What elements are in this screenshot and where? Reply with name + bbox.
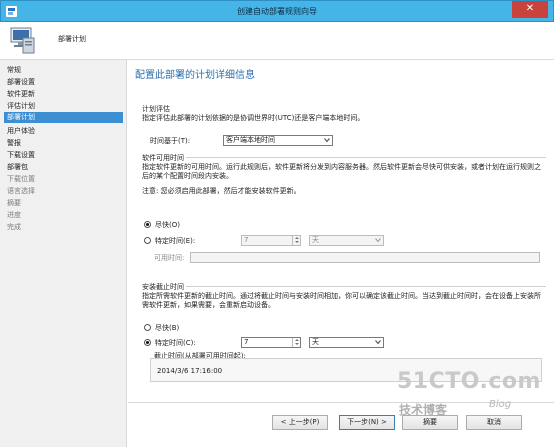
deadline-value: 2014/3/6 17:16:00 xyxy=(157,367,223,375)
nav-item-summary: 摘要 xyxy=(7,199,21,207)
title-bar[interactable]: 创建自动部署规则向导 ✕ xyxy=(0,0,554,22)
nav-item-alerts[interactable]: 警报 xyxy=(7,138,21,148)
radio-selected-indicator xyxy=(144,339,151,346)
deadline-quantity-stepper[interactable]: 7 xyxy=(241,337,301,348)
radio-selected-indicator xyxy=(144,221,151,228)
computer-icon xyxy=(10,27,35,54)
nav-item-download-settings[interactable]: 下载设置 xyxy=(7,150,35,160)
deadline-title: 安装截止时间 xyxy=(142,283,184,291)
avail-quantity-stepper[interactable]: 7 xyxy=(241,235,301,246)
availability-title: 软件可用时间 xyxy=(142,154,184,162)
time-based-value: 客户端本地时间 xyxy=(226,136,275,144)
nav-item-language: 语言选择 xyxy=(7,187,35,195)
avail-unit-select[interactable]: 天 xyxy=(309,235,384,246)
avail-time-field xyxy=(190,252,540,263)
avail-specific-label: 特定时间(E): xyxy=(155,236,196,245)
deadline-specific-radio[interactable]: 特定时间(C): xyxy=(144,338,196,347)
deadline-asap-label: 尽快(B) xyxy=(155,323,180,332)
nav-item-completion: 完成 xyxy=(7,223,21,231)
radio-unselected-indicator xyxy=(144,324,151,331)
schedule-eval-description: 指定评估此部署的计划依据的是协调世界时(UTC)还是客户端本地时间。 xyxy=(142,114,365,122)
avail-unit-value: 天 xyxy=(312,236,319,244)
wizard-nav: 常规 部署设置 软件更新 评估计划 部署计划 用户体验 警报 下载设置 部署包 … xyxy=(0,60,127,447)
avail-time-label: 可用时间: xyxy=(154,254,185,262)
deadline-specific-label: 特定时间(C): xyxy=(155,338,196,347)
nav-item-download-location: 下载位置 xyxy=(7,175,35,183)
page-title: 配置此部署的计划详细信息 xyxy=(135,70,255,81)
prev-button[interactable]: < 上一步(P) xyxy=(272,415,328,430)
nav-item-eval-schedule[interactable]: 评估计划 xyxy=(7,101,35,111)
deadline-divider xyxy=(186,286,546,287)
schedule-eval-title: 计划评估 xyxy=(142,105,170,113)
avail-asap-label: 尽快(O) xyxy=(155,220,180,229)
next-button[interactable]: 下一步(N) > xyxy=(339,415,395,430)
deadline-spin-value: 7 xyxy=(244,338,249,346)
nav-item-software-updates[interactable]: 软件更新 xyxy=(7,89,35,99)
time-based-select[interactable]: 客户端本地时间 xyxy=(223,135,333,146)
watermark-site: 51CTO.com xyxy=(397,369,541,394)
time-based-label: 时间基于(T): xyxy=(150,137,191,145)
avail-asap-radio[interactable]: 尽快(O) xyxy=(144,220,180,229)
avail-specific-radio[interactable]: 特定时间(E): xyxy=(144,236,195,245)
header-label: 部署计划 xyxy=(58,35,86,43)
deadline-unit-value: 天 xyxy=(312,338,319,346)
spinner-arrows-icon[interactable] xyxy=(292,236,300,245)
close-button[interactable]: ✕ xyxy=(512,1,548,18)
watermark-blog: Blog xyxy=(489,399,512,410)
wizard-header: 部署计划 xyxy=(0,22,554,60)
nav-item-general[interactable]: 常规 xyxy=(7,65,21,75)
availability-note: 注意: 您必须启用此部署，然后才能安装软件更新。 xyxy=(142,187,301,195)
chevron-down-icon xyxy=(375,340,381,345)
spinner-arrows-icon[interactable] xyxy=(292,338,300,347)
deadline-description: 指定所需软件更新的截止时间。通过将截止时间与安装时间相加，你可以确定该截止时间。… xyxy=(142,292,541,309)
nav-item-deploy-package[interactable]: 部署包 xyxy=(7,162,28,172)
chevron-down-icon xyxy=(375,238,381,243)
deadline-asap-radio[interactable]: 尽快(B) xyxy=(144,323,179,332)
nav-item-deploy-schedule[interactable]: 部署计划 xyxy=(4,112,123,123)
watermark-tagline: 技术博客 xyxy=(399,403,448,417)
watermark-logo: 51CTO.com 技术博客 Blog xyxy=(397,369,540,425)
avail-spin-value: 7 xyxy=(244,236,249,244)
nav-item-progress: 进度 xyxy=(7,211,21,219)
nav-item-user-experience[interactable]: 用户体验 xyxy=(7,126,35,136)
availability-description: 指定软件更新的可用时间。运行此规则后，软件更新将分发到内容服务器。然后软件更新会… xyxy=(142,163,541,180)
deadline-unit-select[interactable]: 天 xyxy=(309,337,384,348)
chevron-down-icon xyxy=(324,138,330,143)
nav-item-deploy-settings[interactable]: 部署设置 xyxy=(7,77,35,87)
radio-unselected-indicator xyxy=(144,237,151,244)
availability-divider xyxy=(186,157,546,158)
window-title: 创建自动部署规则向导 xyxy=(237,7,317,16)
